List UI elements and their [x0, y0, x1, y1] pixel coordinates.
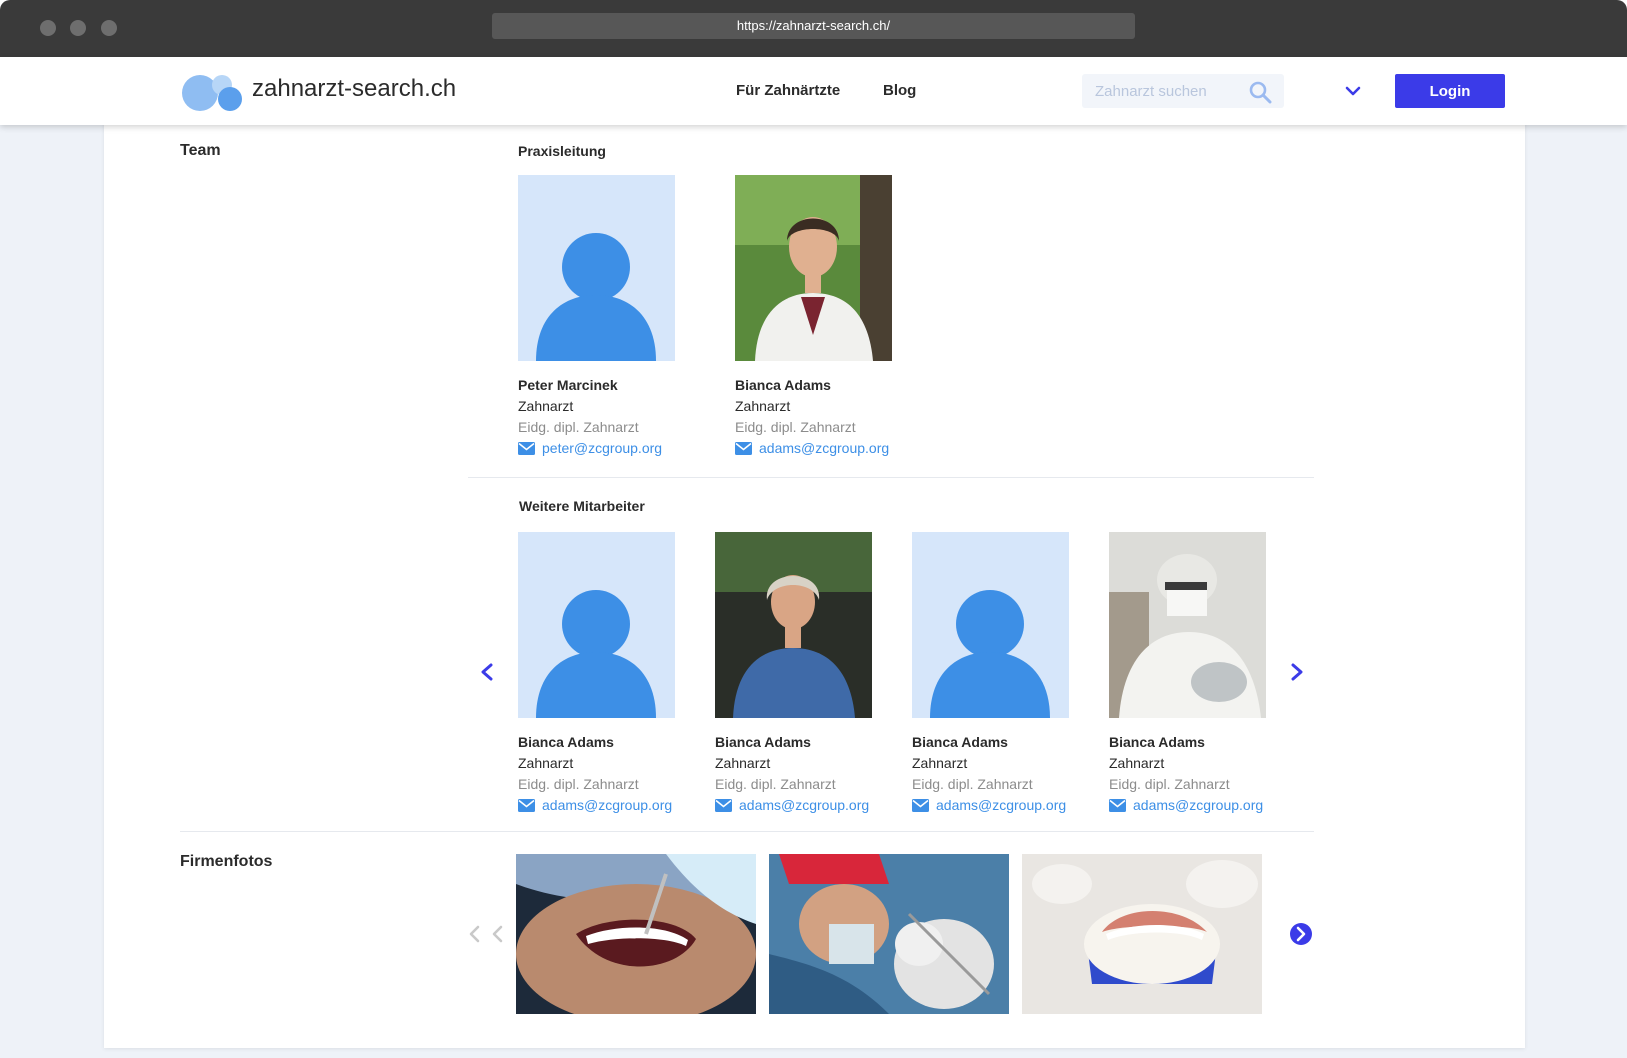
team-member-card: Bianca Adams Zahnarzt Eidg. dipl. Zahnar… [735, 175, 900, 459]
member-photo [715, 532, 872, 718]
window-close-dot[interactable] [40, 20, 56, 36]
browser-chrome: https://zahnarzt-search.ch/ [0, 0, 1627, 57]
section-divider [180, 831, 1314, 832]
site-header: zahnarzt-search.ch Für Zahnärtzte Blog L… [0, 57, 1627, 125]
member-email: adams@zcgroup.org [759, 440, 890, 456]
member-email-link[interactable]: adams@zcgroup.org [518, 795, 683, 816]
search-input[interactable] [1082, 74, 1242, 108]
member-role: Zahnarzt [518, 755, 574, 771]
member-role: Zahnarzt [912, 755, 968, 771]
member-email-link[interactable]: adams@zcgroup.org [1109, 795, 1274, 816]
company-photo[interactable] [769, 854, 1009, 1014]
chevron-left-icon[interactable] [478, 662, 496, 682]
member-degree: Eidg. dipl. Zahnarzt [912, 776, 1033, 792]
section-title-company-photos: Firmenfotos [180, 853, 273, 870]
window-minimize-dot[interactable] [70, 20, 86, 36]
address-bar[interactable]: https://zahnarzt-search.ch/ [492, 13, 1135, 39]
member-email: adams@zcgroup.org [936, 797, 1067, 813]
company-photo[interactable] [1022, 854, 1262, 1014]
person-icon [536, 590, 656, 718]
member-degree: Eidg. dipl. Zahnarzt [518, 419, 639, 435]
person-icon [536, 233, 656, 361]
company-photo-image [1022, 854, 1262, 1014]
member-photo-image [735, 175, 892, 361]
member-role: Zahnarzt [1109, 755, 1165, 771]
mail-icon [518, 442, 535, 455]
chevron-double-left-icon[interactable] [466, 924, 506, 944]
person-icon [930, 590, 1050, 718]
chevron-right-icon[interactable] [1288, 662, 1306, 682]
member-degree: Eidg. dipl. Zahnarzt [715, 776, 836, 792]
member-email-link[interactable]: peter@zcgroup.org [518, 438, 683, 459]
member-role: Zahnarzt [715, 755, 771, 771]
avatar-placeholder [518, 532, 675, 718]
member-name: Bianca Adams [715, 734, 811, 750]
company-photo-image [516, 854, 756, 1014]
mail-icon [518, 799, 535, 812]
member-role: Zahnarzt [735, 398, 791, 414]
chevron-right-circle-icon[interactable] [1289, 922, 1313, 946]
member-name: Bianca Adams [518, 734, 614, 750]
member-email: peter@zcgroup.org [542, 440, 663, 456]
member-photo-image [715, 532, 872, 718]
member-photo [735, 175, 892, 361]
search-icon[interactable] [1248, 80, 1272, 104]
member-role: Zahnarzt [518, 398, 574, 414]
login-button[interactable]: Login [1395, 74, 1505, 108]
member-degree: Eidg. dipl. Zahnarzt [518, 776, 639, 792]
avatar-placeholder [912, 532, 1069, 718]
member-name: Bianca Adams [735, 377, 831, 393]
window-maximize-dot[interactable] [101, 20, 117, 36]
team-member-card: Bianca Adams Zahnarzt Eidg. dipl. Zahnar… [518, 532, 683, 816]
team-member-card: Peter Marcinek Zahnarzt Eidg. dipl. Zahn… [518, 175, 683, 459]
nav-link-blog[interactable]: Blog [883, 82, 916, 99]
member-email-link[interactable]: adams@zcgroup.org [912, 795, 1077, 816]
member-email-link[interactable]: adams@zcgroup.org [715, 795, 880, 816]
mail-icon [715, 799, 732, 812]
logo-icon[interactable] [180, 69, 250, 113]
brand-name[interactable]: zahnarzt-search.ch [252, 75, 456, 103]
company-photo[interactable] [516, 854, 756, 1014]
mail-icon [912, 799, 929, 812]
leadership-title: Praxisleitung [518, 143, 606, 159]
member-name: Bianca Adams [1109, 734, 1205, 750]
mail-icon [1109, 799, 1126, 812]
member-degree: Eidg. dipl. Zahnarzt [1109, 776, 1230, 792]
member-photo-image [1109, 532, 1266, 718]
section-divider [468, 477, 1314, 478]
member-photo [1109, 532, 1266, 718]
member-email: adams@zcgroup.org [1133, 797, 1264, 813]
staff-title: Weitere Mitarbeiter [519, 498, 645, 514]
member-email-link[interactable]: adams@zcgroup.org [735, 438, 900, 459]
chevron-down-icon[interactable] [1343, 81, 1363, 101]
nav-link-fuer-zahnaerzte[interactable]: Für Zahnärtzte [736, 82, 840, 99]
company-photo-image [769, 854, 1009, 1014]
member-email: adams@zcgroup.org [739, 797, 870, 813]
member-email: adams@zcgroup.org [542, 797, 673, 813]
team-member-card: Bianca Adams Zahnarzt Eidg. dipl. Zahnar… [1109, 532, 1274, 816]
team-member-card: Bianca Adams Zahnarzt Eidg. dipl. Zahnar… [912, 532, 1077, 816]
member-name: Peter Marcinek [518, 377, 618, 393]
mail-icon [735, 442, 752, 455]
member-degree: Eidg. dipl. Zahnarzt [735, 419, 856, 435]
search-box [1082, 74, 1284, 108]
member-name: Bianca Adams [912, 734, 1008, 750]
section-title-team: Team [180, 142, 221, 159]
avatar-placeholder [518, 175, 675, 361]
team-member-card: Bianca Adams Zahnarzt Eidg. dipl. Zahnar… [715, 532, 880, 816]
